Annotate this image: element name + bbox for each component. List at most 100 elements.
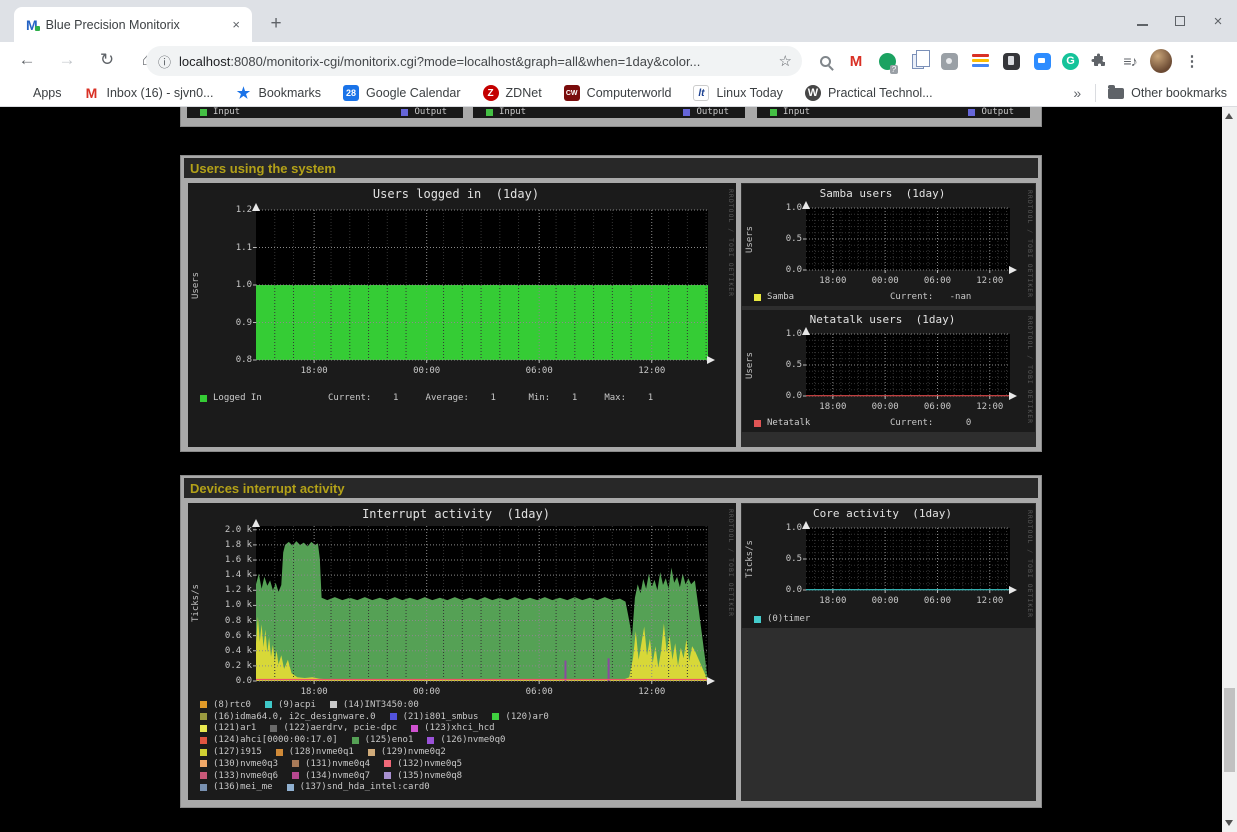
new-tab-button[interactable]: + — [262, 10, 290, 38]
scrollbar-thumb[interactable] — [1224, 688, 1235, 772]
legend-label: (126)nvme0q0 — [440, 735, 505, 745]
y-tick-label: 0.9 — [212, 318, 252, 328]
legend-swatch — [384, 760, 391, 767]
grammarly-icon[interactable]: G — [1062, 53, 1079, 70]
media-playlist-icon[interactable]: ≡♪ — [1119, 50, 1141, 72]
cw-icon: CW — [564, 85, 580, 101]
dark-extension-icon[interactable] — [1000, 50, 1022, 72]
chart-legend: (8)rtc0(9)acpi(14)INT3450:00(16)idma64.0… — [200, 699, 724, 793]
plot-area — [806, 208, 1010, 270]
legend-swatch — [352, 737, 359, 744]
bookmark-item-wp[interactable]: WPractical Technol... — [805, 85, 933, 101]
legend-swatch — [754, 420, 761, 427]
back-button[interactable]: ← — [12, 45, 42, 75]
section-interrupts-frame: Devices interrupt activity Interrupt act… — [180, 475, 1042, 808]
rrdtool-signature: RRDTOOL / TOBI OETIKER — [1026, 510, 1034, 622]
scroll-down-arrow[interactable] — [1225, 820, 1233, 826]
legend-label: (16)idma64.0, i2c_designware.0 — [213, 712, 376, 722]
legend-swatch — [292, 760, 299, 767]
other-bookmarks[interactable]: Other bookmarks — [1131, 86, 1227, 100]
legend-stats: Current: -nan — [890, 292, 971, 302]
bookmark-item-calendar[interactable]: 28Google Calendar — [343, 85, 461, 101]
bookmark-item-cw[interactable]: CW Computerworld — [564, 85, 672, 101]
search-icon[interactable] — [814, 50, 836, 72]
browser-tab[interactable]: M Blue Precision Monitorix × — [14, 7, 252, 42]
bookmark-item-apps[interactable]: Apps — [10, 85, 62, 101]
bookmark-item-star[interactable]: ★Bookmarks — [236, 85, 322, 101]
legend-swatch — [276, 749, 283, 756]
partial-graph-cell-3[interactable]: InputOutput — [757, 107, 1030, 118]
netatalk-users-graph[interactable]: Netatalk users (1day)UsersRRDTOOL / TOBI… — [742, 310, 1035, 432]
legend-item: (130)nvme0q3 — [200, 759, 278, 769]
legend-label: (120)ar0 — [505, 712, 548, 722]
gray-extension-icon[interactable] — [938, 50, 960, 72]
bookmarks-overflow-icon[interactable]: » — [1073, 85, 1081, 101]
legend-row: (133)nvme0q6(134)nvme0q7(135)nvme0q8 — [200, 770, 724, 782]
chart-title: Interrupt activity (1day) — [188, 507, 724, 521]
library-icon[interactable] — [969, 50, 991, 72]
bookmark-item-zdnet[interactable]: ZZDNet — [483, 85, 542, 101]
bookmarks-list: Apps MInbox (16) - sjvn0... ★Bookmarks 28Go… — [10, 85, 955, 101]
copy-pages-icon[interactable] — [907, 50, 929, 72]
legend-swatch — [368, 749, 375, 756]
folder-icon — [1108, 88, 1124, 99]
legend-label: (21)i801_smbus — [403, 712, 479, 722]
forward-button[interactable]: → — [52, 45, 82, 75]
reload-button[interactable]: ↻ — [92, 45, 122, 75]
legend-item: (126)nvme0q0 — [427, 735, 505, 745]
partial-graph-cell-1[interactable]: InputOutput — [187, 107, 463, 118]
legend-item: (123)xhci_hcd — [411, 723, 494, 733]
close-button[interactable]: × — [1207, 10, 1229, 32]
tab-close-icon[interactable]: × — [228, 15, 244, 34]
chart-title: Users logged in (1day) — [188, 187, 724, 201]
legend-swatch — [200, 772, 207, 779]
samba-users-graph[interactable]: Samba users (1day)UsersRRDTOOL / TOBI OE… — [742, 184, 1035, 306]
google-voice-icon[interactable] — [876, 50, 898, 72]
legend-swatch — [200, 701, 207, 708]
page-info-icon[interactable]: ⓘ — [158, 52, 171, 71]
zoom-icon[interactable] — [1031, 50, 1053, 72]
bookmark-item-lt[interactable]: ltLinux Today — [693, 85, 783, 101]
legend-swatch — [683, 109, 690, 116]
y-tick-label: 1.8 k — [212, 540, 252, 550]
section-header-users: Users using the system — [184, 158, 1038, 178]
legend-item: (136)mei_me — [200, 782, 273, 792]
bookmark-star-icon[interactable]: ☆ — [779, 52, 792, 70]
legend-label: (9)acpi — [278, 700, 316, 710]
legend-item: (133)nvme0q6 — [200, 771, 278, 781]
y-tick-label: 0.0 — [212, 676, 252, 686]
gmail-icon[interactable]: M — [845, 50, 867, 72]
legend-swatch — [200, 749, 207, 756]
legend-label: (127)i915 — [213, 747, 262, 757]
scroll-up-arrow[interactable] — [1225, 113, 1233, 119]
partial-graph-cell-2[interactable]: InputOutput — [473, 107, 745, 118]
core-activity-graph[interactable]: Core activity (1day)Ticks/sRRDTOOL / TOB… — [742, 504, 1035, 628]
divider — [1095, 84, 1096, 102]
address-bar[interactable]: ⓘ localhost:8080/monitorix-cgi/monitorix… — [146, 46, 802, 76]
bookmark-item-gmail[interactable]: MInbox (16) - sjvn0... — [84, 85, 214, 101]
maximize-button[interactable] — [1169, 10, 1191, 32]
legend-input: Input — [770, 107, 810, 117]
legend-label: (132)nvme0q5 — [397, 759, 462, 769]
bookmark-label: Computerworld — [587, 86, 672, 100]
legend-row: (16)idma64.0, i2c_designware.0 (21)i801_s… — [200, 711, 724, 723]
y-tick-label: 0.4 k — [212, 646, 252, 656]
extensions-puzzle-icon[interactable] — [1088, 50, 1110, 72]
y-tick-label: 1.0 — [762, 523, 802, 533]
legend-item: (14)INT3450:00 — [330, 700, 419, 710]
y-axis-label: Ticks/s — [744, 528, 756, 590]
section-header-interrupts: Devices interrupt activity — [184, 478, 1038, 498]
window-controls: × — [1131, 10, 1229, 32]
scrollbar[interactable] — [1222, 107, 1237, 832]
legend-label: (0)timer — [767, 614, 810, 624]
legend-label: (136)mei_me — [213, 782, 273, 792]
interrupt-activity-graph[interactable]: Interrupt activity (1day)Ticks/sRRDTOOL … — [188, 503, 736, 800]
legend-swatch — [200, 784, 207, 791]
legend-item: (128)nvme0q1 — [276, 747, 354, 757]
profile-avatar[interactable] — [1150, 50, 1172, 72]
users-logged-in-graph[interactable]: Users logged in (1day)UsersRRDTOOL / TOB… — [188, 183, 736, 447]
minimize-button[interactable] — [1131, 10, 1153, 32]
browser-menu-icon[interactable]: ⋮ — [1181, 50, 1203, 72]
legend-item: (121)ar1 — [200, 723, 256, 733]
legend-input: Input — [200, 107, 240, 117]
